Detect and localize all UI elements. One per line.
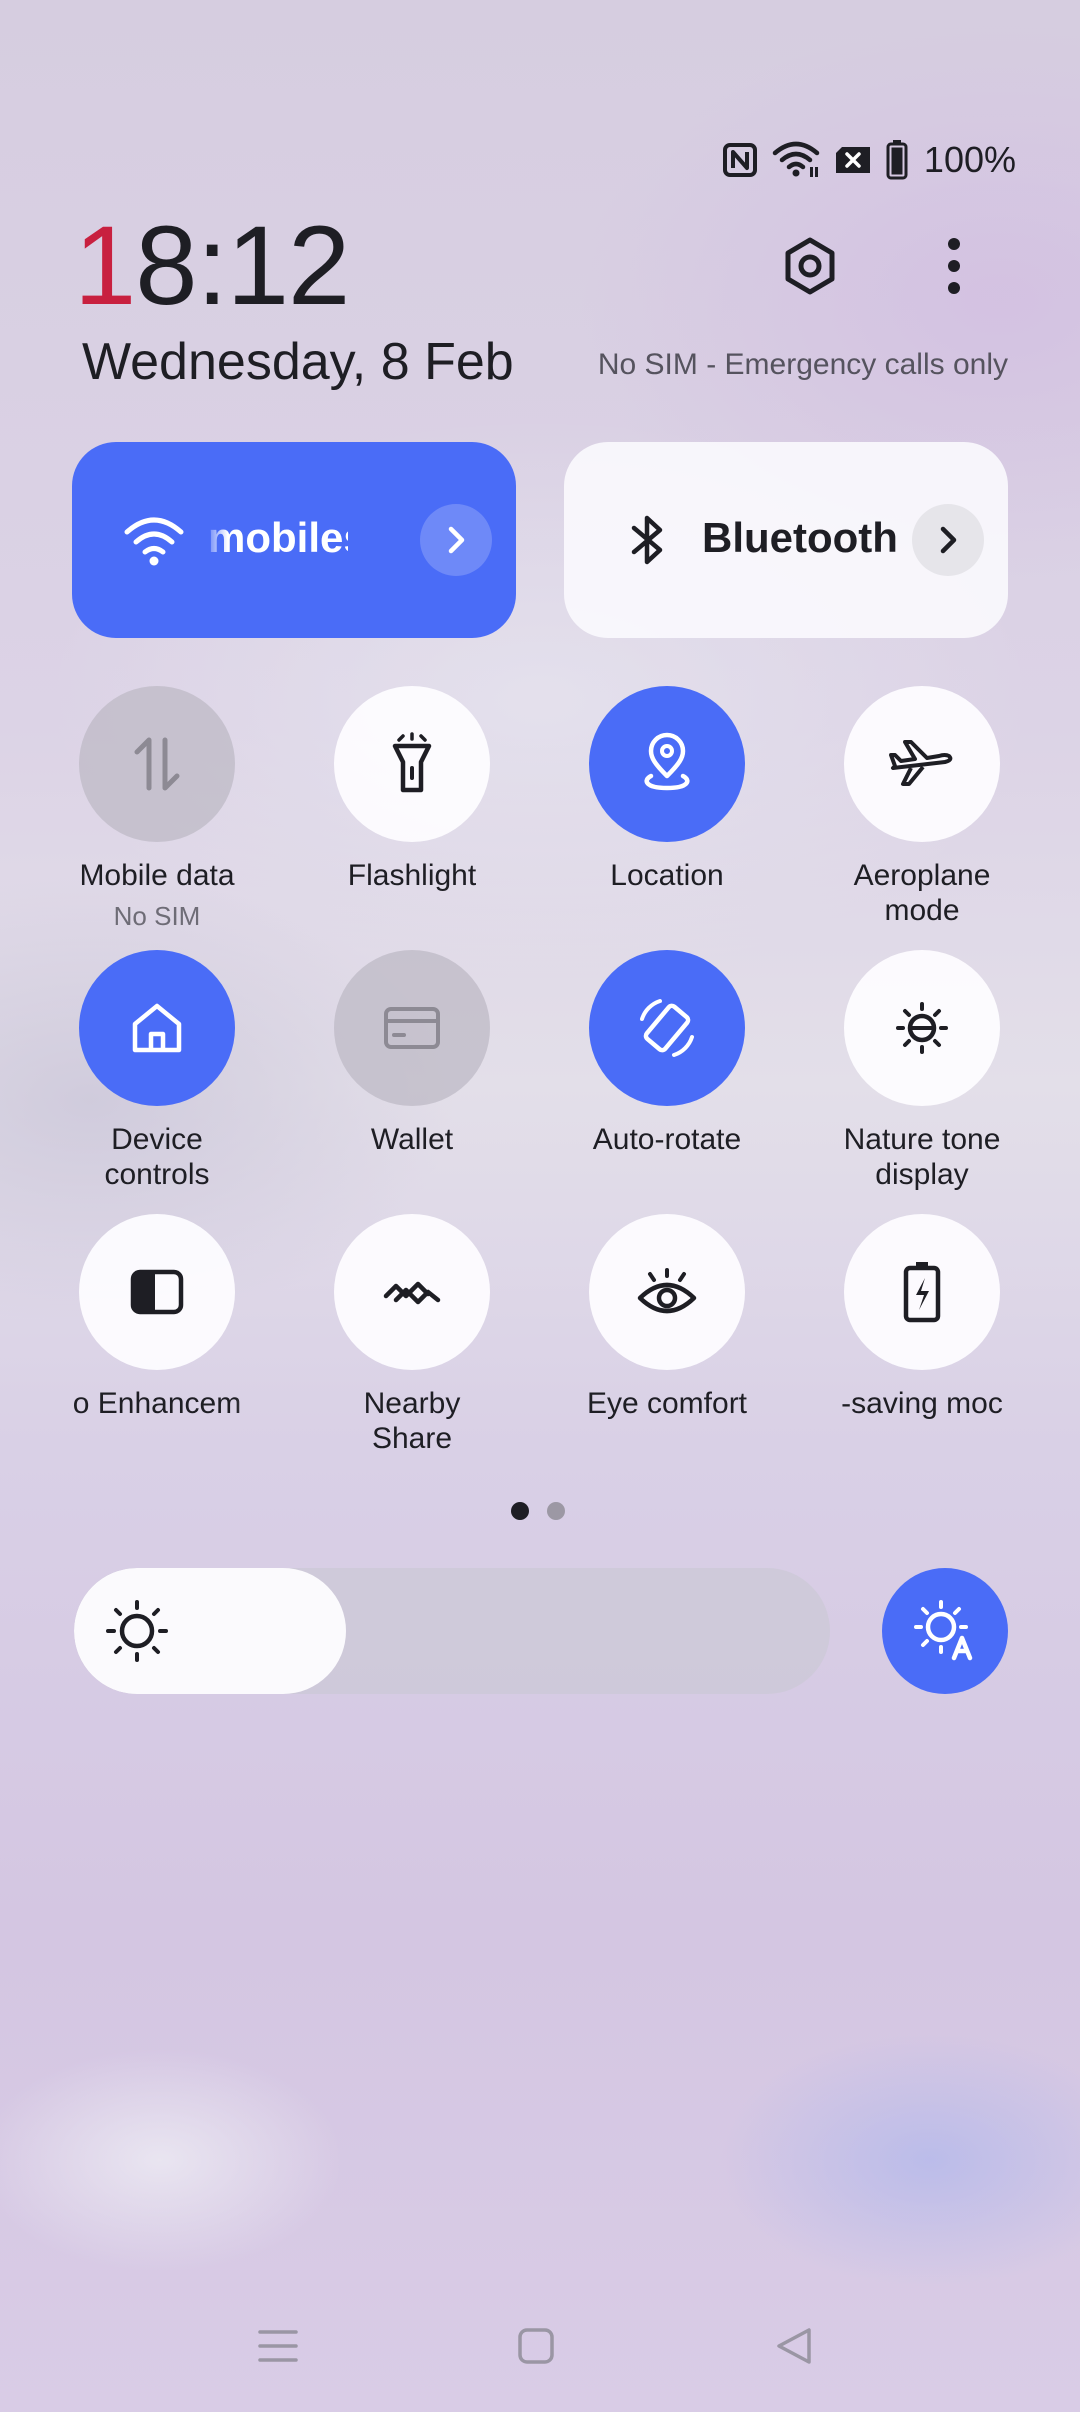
video-enhancement-icon [130,1269,184,1315]
toggle-label: Auto-rotate [592,1123,742,1156]
page-indicator [511,1502,565,1520]
power-saving-button[interactable] [844,1214,1000,1370]
toggle-label: Flashlight [347,859,477,892]
wifi-details-button[interactable] [420,504,492,576]
toggle-sublabel: No SIM [113,901,201,931]
sim-status: No SIM - Emergency calls only [597,348,1008,381]
chevron-right-icon [448,526,465,554]
recent-apps-button[interactable] [238,2316,318,2376]
device-controls-button[interactable] [79,950,235,1106]
brightness-slider[interactable] [74,1568,830,1694]
brightness-icon [104,1598,170,1664]
nearby-share-button[interactable] [334,1214,490,1370]
toggle-flashlight[interactable]: Flashlight [297,686,527,893]
clock-first-digit: 1 [74,203,136,328]
nature-tone-icon [896,1002,948,1054]
toggle-location[interactable]: Location [552,686,782,893]
back-triangle-icon [777,2328,811,2364]
mobile-data-icon [134,737,180,791]
toggle-label: Nearby [363,1387,461,1420]
toggle-label: o Enhancem [72,1387,242,1420]
settings-button[interactable] [770,226,850,306]
more-vertical-icon [948,238,960,294]
wifi-icon [772,141,820,179]
auto-rotate-button[interactable] [589,950,745,1106]
menu-icon [258,2330,298,2362]
nfc-icon [722,142,758,178]
toggle-nearby-share[interactable]: Nearby Share [297,1214,527,1456]
bluetooth-tile[interactable]: Bluetooth [564,442,1008,638]
toggle-label: Aeroplane [853,859,991,892]
wifi-network-name: mobiles1 [208,514,348,561]
toggle-label-line2: Share [371,1422,453,1455]
battery-saver-icon [903,1262,941,1323]
toggle-label-line2: mode [884,894,960,927]
chevron-right-icon [940,526,957,554]
no-sim-icon [834,145,872,175]
toggle-aeroplane-mode[interactable]: Aeroplane mode [807,686,1037,928]
back-button[interactable] [754,2316,834,2376]
flashlight-icon [392,732,432,793]
auto-rotate-icon [640,999,694,1057]
aeroplane-button[interactable] [844,686,1000,842]
toggle-auto-rotate[interactable]: Auto-rotate [552,950,782,1157]
toggle-eye-comfort[interactable]: Eye comfort [552,1214,782,1421]
wifi-tile[interactable]: mobiles1 [72,442,516,638]
battery-icon [886,140,908,180]
clock[interactable]: 18:12 [74,210,350,322]
toggle-label: Wallet [370,1123,454,1156]
home-icon [132,1003,182,1053]
flashlight-button[interactable] [334,686,490,842]
toggle-label: Nature tone [843,1123,1001,1156]
toggle-label-line2: controls [104,1158,210,1191]
nature-tone-button[interactable] [844,950,1000,1106]
toggle-label: -saving moc [841,1387,1003,1420]
toggle-label: Mobile data [79,859,235,892]
wifi-icon [114,500,194,580]
battery-percentage: 100% [923,139,1016,180]
toggle-label-line2: display [875,1158,969,1191]
location-icon [644,732,690,791]
wallet-icon [384,1007,440,1049]
bluetooth-icon [608,500,688,580]
video-enhancement-button[interactable] [79,1214,235,1370]
bluetooth-details-button[interactable] [912,504,984,576]
mobile-data-button[interactable] [79,686,235,842]
toggle-label: Device [111,1123,203,1156]
page-dot[interactable] [547,1502,565,1520]
toggle-label: Eye comfort [586,1387,748,1420]
toggle-video-enhancement[interactable]: o Enhancem [42,1214,272,1421]
toggle-wallet[interactable]: Wallet [297,950,527,1157]
date[interactable]: Wednesday, 8 Feb [82,332,514,392]
location-button[interactable] [589,686,745,842]
clock-rest: 8:12 [135,203,350,328]
auto-brightness-button[interactable] [882,1568,1008,1694]
toggle-power-saving-mode[interactable]: -saving moc [807,1214,1037,1421]
more-options-button[interactable] [914,226,994,306]
eye-comfort-button[interactable] [589,1214,745,1370]
home-button[interactable] [496,2316,576,2376]
toggle-mobile-data[interactable]: Mobile data No SIM [42,686,272,932]
gear-icon [785,237,835,295]
home-square-icon [518,2328,554,2364]
status-bar: 100% [722,136,1016,184]
toggle-label: Location [610,859,724,892]
toggle-device-controls[interactable]: Device controls [42,950,272,1192]
nearby-share-icon [383,1281,441,1305]
wallet-button[interactable] [334,950,490,1106]
eye-icon [637,1268,697,1314]
auto-brightness-icon [914,1600,973,1661]
toggle-nature-tone-display[interactable]: Nature tone display [807,950,1037,1192]
aeroplane-icon [889,740,953,786]
page-dot-active[interactable] [511,1502,529,1520]
bluetooth-label: Bluetooth [702,514,898,561]
